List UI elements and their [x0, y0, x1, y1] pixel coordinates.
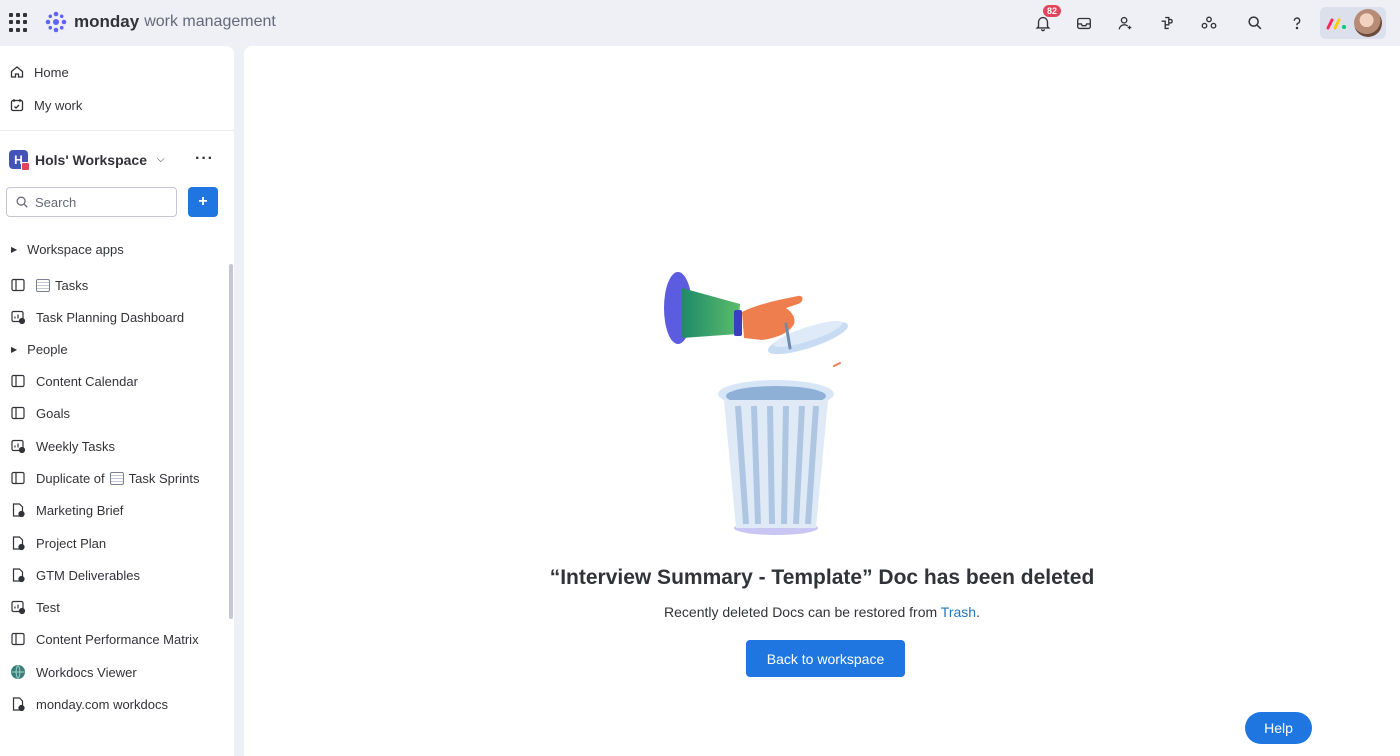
sidebar-search[interactable] — [6, 187, 177, 217]
sidebar-item-project-plan[interactable]: Project Plan — [10, 532, 106, 554]
add-item-button[interactable]: + — [188, 187, 218, 217]
monday-logo-icon — [45, 11, 67, 33]
help-icon[interactable] — [1286, 12, 1308, 34]
dashboard-icon — [11, 310, 26, 325]
sidebar: Home My work H Hols' Workspace ⌵ ··· + ▶… — [0, 46, 234, 756]
sidebar-item-label: People — [27, 341, 68, 357]
sidebar-item-label: Content Performance Matrix — [36, 631, 199, 647]
monday-mini-logo-icon — [1326, 18, 1346, 30]
doc-icon — [12, 536, 25, 551]
account-menu[interactable] — [1320, 7, 1386, 39]
workspace-name: Hols' Workspace — [35, 151, 147, 168]
sidebar-item-label-2: Task Sprints — [128, 470, 200, 486]
sidebar-item-workspace-apps[interactable]: ▶ Workspace apps — [10, 238, 124, 260]
apps-grid-icon[interactable] — [9, 13, 28, 32]
workspace-selector[interactable]: H Hols' Workspace ⌵ — [9, 150, 165, 171]
board-icon — [11, 278, 25, 292]
sidebar-item-weekly-tasks[interactable]: Weekly Tasks — [10, 435, 115, 457]
caret-right-icon: ▶ — [11, 344, 18, 354]
sidebar-scrollbar[interactable] — [229, 264, 233, 619]
workspace-more-icon[interactable]: ··· — [195, 150, 214, 168]
restore-hint-text: Recently deleted Docs can be restored fr… — [664, 604, 941, 620]
inbox-icon[interactable] — [1073, 12, 1095, 34]
sidebar-item-label: Marketing Brief — [36, 502, 124, 518]
sidebar-item-marketing-brief[interactable]: Marketing Brief — [10, 499, 123, 521]
my-work-icon — [10, 99, 24, 112]
sidebar-item-label: Test — [36, 599, 60, 615]
sidebar-item-label: monday.com workdocs — [36, 696, 168, 712]
search-icon[interactable] — [1244, 12, 1266, 34]
top-bar: monday work management 82 — [0, 0, 1400, 46]
sidebar-item-task-planning-dashboard[interactable]: Task Planning Dashboard — [10, 306, 184, 328]
trash-link[interactable]: Trash — [941, 604, 976, 620]
sidebar-item-duplicate-task-sprints[interactable]: Duplicate of Task Sprints — [10, 467, 199, 489]
sidebar-item-label: Goals — [36, 405, 70, 421]
sidebar-item-monday-workdocs[interactable]: monday.com workdocs — [10, 693, 168, 715]
workspace-icon: H — [9, 150, 30, 171]
sidebar-item-content-calendar[interactable]: Content Calendar — [10, 370, 138, 392]
doc-icon — [12, 697, 25, 712]
sidebar-item-label: Project Plan — [36, 535, 107, 551]
sidebar-item-goals[interactable]: Goals — [10, 402, 70, 424]
sidebar-item-home[interactable]: Home — [9, 61, 69, 83]
deleted-headline: “Interview Summary - Template” Doc has b… — [549, 566, 1095, 589]
sidebar-item-label: GTM Deliverables — [36, 567, 141, 583]
dashboard-icon — [11, 600, 26, 615]
sidebar-item-people[interactable]: ▶ People — [10, 338, 68, 360]
help-button[interactable]: Help — [1245, 712, 1312, 744]
notification-badge: 82 — [1042, 4, 1063, 18]
sidebar-item-label: Task Planning Dashboard — [36, 309, 185, 325]
board-icon — [11, 374, 25, 388]
sidebar-item-label: Duplicate of — [36, 470, 105, 486]
back-to-workspace-button[interactable]: Back to workspace — [746, 640, 905, 677]
caret-right-icon: ▶ — [11, 244, 18, 254]
restore-hint-end: . — [976, 604, 980, 620]
sidebar-item-label: Workspace apps — [27, 241, 124, 257]
doc-icon — [12, 503, 25, 518]
invite-user-icon[interactable] — [1114, 12, 1136, 34]
board-icon — [11, 632, 25, 646]
restore-hint: Recently deleted Docs can be restored fr… — [244, 604, 1400, 620]
board-icon — [11, 471, 25, 485]
doc-icon — [12, 568, 25, 583]
sidebar-divider — [0, 130, 234, 131]
main-content: “Interview Summary - Template” Doc has b… — [244, 46, 1400, 756]
sidebar-item-workdocs-viewer[interactable]: Workdocs Viewer — [10, 661, 137, 683]
board-emoji-icon — [36, 278, 50, 292]
dashboard-icon — [11, 439, 26, 454]
search-input[interactable] — [35, 194, 165, 210]
sidebar-item-label: My work — [34, 97, 83, 113]
monday-logo[interactable]: monday work management — [44, 10, 276, 34]
brand-name: monday — [74, 12, 140, 31]
home-icon — [10, 66, 24, 78]
trash-can-illustration — [664, 272, 849, 535]
sidebar-item-tasks[interactable]: Tasks — [10, 274, 88, 296]
brand-product: work management — [144, 13, 276, 30]
sidebar-item-label: Workdocs Viewer — [36, 664, 137, 680]
avatar[interactable] — [1354, 9, 1382, 37]
sidebar-item-label: Tasks — [55, 277, 89, 293]
sidebar-item-gtm-deliverables[interactable]: GTM Deliverables — [10, 564, 140, 586]
globe-app-icon — [11, 665, 25, 679]
sidebar-item-label: Weekly Tasks — [36, 438, 115, 454]
sidebar-item-my-work[interactable]: My work — [9, 94, 82, 116]
sidebar-item-test[interactable]: Test — [10, 596, 60, 618]
chevron-down-icon: ⌵ — [157, 154, 165, 165]
sidebar-item-label: Content Calendar — [36, 373, 138, 389]
sidebar-item-content-performance-matrix[interactable]: Content Performance Matrix — [10, 628, 199, 650]
marketplace-icon[interactable] — [1198, 12, 1220, 34]
board-emoji-icon — [109, 471, 124, 485]
sidebar-item-label: Home — [34, 64, 69, 80]
search-icon — [16, 196, 28, 208]
integrations-icon[interactable] — [1156, 12, 1178, 34]
board-icon — [11, 406, 25, 420]
